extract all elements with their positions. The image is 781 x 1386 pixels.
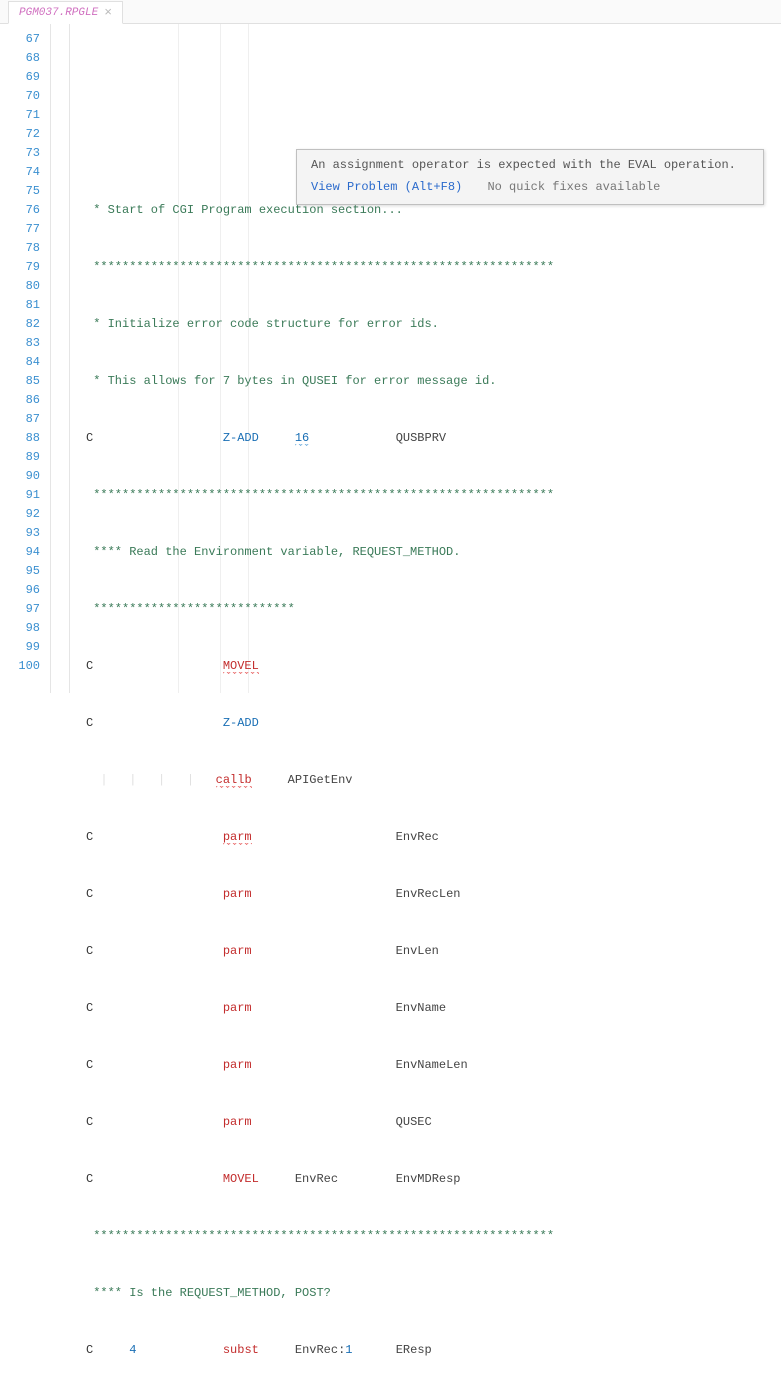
code-line[interactable]: C 4 subst EnvRec:1 EResp xyxy=(70,1341,781,1360)
line-number: 73 xyxy=(0,144,40,163)
line-number: 68 xyxy=(0,49,40,68)
line-number: 100 xyxy=(0,657,40,676)
line-number: 76 xyxy=(0,201,40,220)
code-line[interactable]: C parm EnvLen xyxy=(70,942,781,961)
line-number: 77 xyxy=(0,220,40,239)
line-number: 96 xyxy=(0,581,40,600)
code-line[interactable]: C MOVEL EnvRec EnvMDResp xyxy=(70,1170,781,1189)
code-line[interactable]: C Z-ADD 16 QUSBPRV xyxy=(70,429,781,448)
code-line[interactable]: * Initialize error code structure for er… xyxy=(70,315,781,334)
line-number: 92 xyxy=(0,505,40,524)
code-line[interactable]: | | | | callb APIGetEnv xyxy=(70,771,781,790)
line-number: 85 xyxy=(0,372,40,391)
view-problem-link[interactable]: View Problem (Alt+F8) xyxy=(311,180,462,194)
line-number: 67 xyxy=(0,30,40,49)
line-number: 98 xyxy=(0,619,40,638)
line-number: 80 xyxy=(0,277,40,296)
line-number-gutter: 67 68 69 70 71 72 73 74 75 76 77 78 79 8… xyxy=(0,24,50,693)
code-line[interactable]: ****************************************… xyxy=(70,486,781,505)
code-line[interactable]: C parm EnvRec xyxy=(70,828,781,847)
code-line[interactable]: C MOVEL xyxy=(70,657,781,676)
tab-filename: PGM037.RPGLE xyxy=(19,7,98,19)
line-number: 84 xyxy=(0,353,40,372)
line-number: 88 xyxy=(0,429,40,448)
line-number: 81 xyxy=(0,296,40,315)
line-number: 79 xyxy=(0,258,40,277)
line-number: 89 xyxy=(0,448,40,467)
editor-area: 67 68 69 70 71 72 73 74 75 76 77 78 79 8… xyxy=(0,24,781,693)
line-number: 82 xyxy=(0,315,40,334)
code-line[interactable]: ****************************************… xyxy=(70,1227,781,1246)
line-number: 70 xyxy=(0,87,40,106)
line-number: 90 xyxy=(0,467,40,486)
line-number: 72 xyxy=(0,125,40,144)
tab-bar: PGM037.RPGLE × xyxy=(0,0,781,24)
code-line[interactable]: C parm EnvRecLen xyxy=(70,885,781,904)
line-number: 69 xyxy=(0,68,40,87)
code-line[interactable]: C parm EnvName xyxy=(70,999,781,1018)
code-line[interactable]: C parm EnvNameLen xyxy=(70,1056,781,1075)
code-area[interactable]: * Start of CGI Program execution section… xyxy=(70,24,781,693)
line-number: 91 xyxy=(0,486,40,505)
no-fix-label: No quick fixes available xyxy=(487,180,660,194)
line-number: 86 xyxy=(0,391,40,410)
code-line[interactable]: **************************** xyxy=(70,600,781,619)
line-number: 99 xyxy=(0,638,40,657)
line-number: 71 xyxy=(0,106,40,125)
line-number: 94 xyxy=(0,543,40,562)
problem-message: An assignment operator is expected with … xyxy=(311,158,749,172)
editor-tab[interactable]: PGM037.RPGLE × xyxy=(8,1,123,24)
code-line[interactable]: ****************************************… xyxy=(70,258,781,277)
line-number: 87 xyxy=(0,410,40,429)
line-number: 95 xyxy=(0,562,40,581)
fold-strip xyxy=(50,24,70,693)
close-icon[interactable]: × xyxy=(104,5,112,20)
code-line[interactable]: **** Read the Environment variable, REQU… xyxy=(70,543,781,562)
line-number: 75 xyxy=(0,182,40,201)
code-line[interactable]: C parm QUSEC xyxy=(70,1113,781,1132)
line-number: 74 xyxy=(0,163,40,182)
code-line[interactable]: * This allows for 7 bytes in QUSEI for e… xyxy=(70,372,781,391)
line-number: 97 xyxy=(0,600,40,619)
line-number: 83 xyxy=(0,334,40,353)
code-line[interactable]: **** Is the REQUEST_METHOD, POST? xyxy=(70,1284,781,1303)
code-line[interactable]: C Z-ADD xyxy=(70,714,781,733)
problem-hover-popup: An assignment operator is expected with … xyxy=(296,149,764,205)
line-number: 93 xyxy=(0,524,40,543)
line-number: 78 xyxy=(0,239,40,258)
